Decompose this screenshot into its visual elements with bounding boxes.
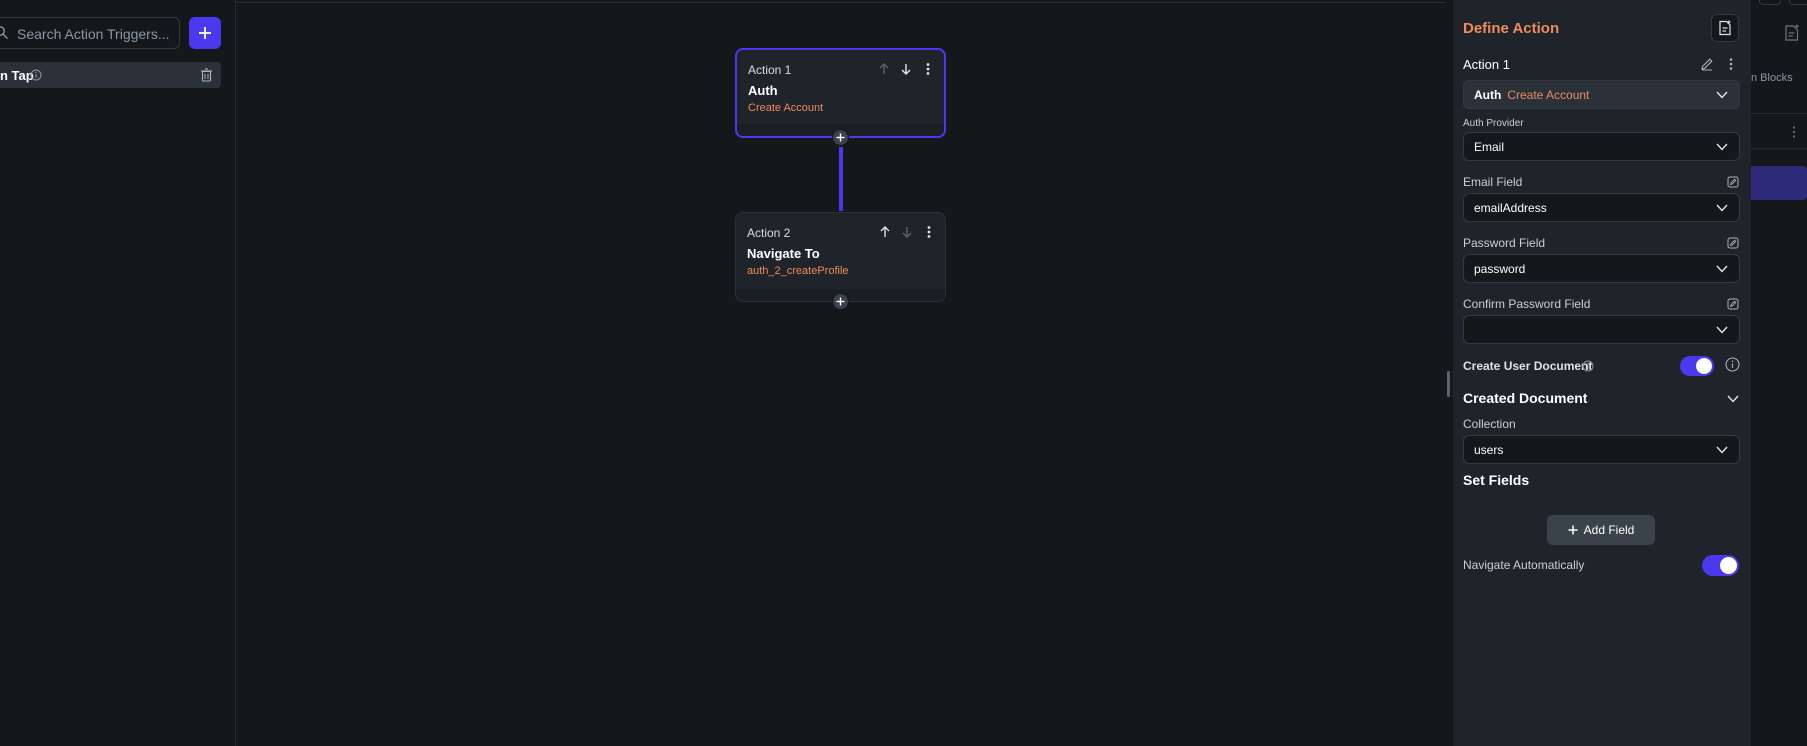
plus-icon [1568, 525, 1578, 535]
action-node-title: Action 1 [748, 63, 792, 77]
plus-icon [199, 27, 211, 39]
more-vertical-icon[interactable] [1724, 56, 1738, 72]
navigate-automatically-toggle[interactable] [1702, 555, 1739, 576]
add-action-after-2-button[interactable] [832, 293, 849, 310]
background-row [1751, 113, 1807, 149]
toggle-knob [1696, 358, 1712, 374]
chevron-down-icon [1716, 204, 1728, 212]
email-field-label: Email Field [1463, 175, 1523, 189]
chevron-down-icon [1716, 446, 1728, 454]
edit-variable-icon[interactable] [1727, 298, 1739, 310]
action-node-name: Navigate To [747, 246, 820, 261]
auth-provider-label: Auth Provider [1463, 118, 1524, 129]
create-user-document-label: Create User Document [1463, 359, 1593, 373]
more-vertical-icon[interactable] [920, 61, 936, 77]
arrow-down-icon[interactable] [898, 61, 914, 77]
action-type-select[interactable]: Auth Create Account [1463, 80, 1740, 109]
password-field-label: Password Field [1463, 236, 1546, 250]
panel-resize-handle[interactable] [1447, 371, 1450, 397]
info-icon[interactable] [1582, 360, 1594, 372]
document-add-icon [1719, 20, 1731, 36]
trigger-item-on-tap[interactable]: n Tap [0, 62, 221, 88]
chevron-down-icon [1716, 91, 1728, 99]
chevron-down-icon[interactable] [1726, 393, 1740, 405]
background-primary-button[interactable] [1751, 166, 1807, 200]
action-name: Create Account [1507, 88, 1590, 102]
define-action-title: Define Action [1463, 20, 1560, 37]
define-action-panel: Define Action Action 1 Auth Create Accoun… [1453, 0, 1751, 746]
info-icon[interactable] [1725, 357, 1740, 372]
action-node-title: Action 2 [747, 226, 791, 240]
confirm-password-field-select[interactable] [1463, 315, 1740, 344]
action-node-subtitle: Create Account [748, 102, 824, 114]
edit-variable-icon[interactable] [1727, 237, 1739, 249]
password-field-value: password [1474, 262, 1526, 276]
action-node-name: Auth [748, 83, 778, 98]
arrow-up-icon[interactable] [877, 224, 893, 240]
action-node-subtitle: auth_2_createProfile [747, 265, 849, 277]
document-add-icon[interactable] [1783, 24, 1801, 42]
blocks-tab-label[interactable]: n Blocks [1751, 72, 1793, 84]
email-field-value: emailAddress [1474, 201, 1547, 215]
plus-icon [836, 133, 845, 142]
chevron-down-icon [1716, 326, 1728, 334]
more-vertical-icon[interactable] [1787, 125, 1801, 139]
add-field-button[interactable]: Add Field [1547, 515, 1655, 545]
search-action-triggers-input[interactable]: Search Action Triggers... [0, 17, 180, 49]
action-node-1[interactable]: Action 1 Auth Create Account [735, 48, 946, 138]
action-docs-button[interactable] [1711, 14, 1739, 42]
set-fields-title: Set Fields [1463, 472, 1530, 488]
pencil-icon[interactable] [1700, 57, 1714, 71]
add-field-label: Add Field [1583, 523, 1635, 537]
navigate-automatically-label: Navigate Automatically [1463, 558, 1585, 572]
add-trigger-button[interactable] [189, 17, 221, 49]
partial-tab[interactable] [1759, 0, 1781, 5]
partial-tab[interactable] [1789, 0, 1807, 5]
more-vertical-icon[interactable] [921, 224, 937, 240]
arrow-up-icon[interactable] [876, 61, 892, 77]
trash-icon[interactable] [200, 68, 213, 82]
search-icon [0, 26, 8, 39]
action-type-value: Auth Create Account [1474, 88, 1589, 102]
action-connector-line [839, 147, 843, 211]
collection-value: users [1474, 443, 1504, 457]
chevron-down-icon [1716, 265, 1728, 273]
password-field-select[interactable]: password [1463, 254, 1740, 283]
confirm-password-field-label: Confirm Password Field [1463, 297, 1591, 311]
action-category: Auth [1474, 88, 1502, 102]
edit-variable-icon[interactable] [1727, 176, 1739, 188]
auth-provider-select[interactable]: Email [1463, 132, 1740, 161]
action-triggers-panel: Search Action Triggers... n Tap [0, 0, 236, 746]
toggle-knob [1720, 557, 1737, 574]
trigger-label: n Tap [0, 68, 34, 83]
auth-provider-value: Email [1474, 140, 1505, 154]
action-node-2[interactable]: Action 2 Navigate To auth_2_createProfil… [735, 212, 946, 302]
plus-icon [836, 297, 845, 306]
canvas-divider [237, 2, 1446, 3]
background-panel: n Blocks [1751, 0, 1807, 746]
add-action-after-1-button[interactable] [832, 129, 849, 146]
info-icon[interactable] [30, 69, 42, 81]
email-field-select[interactable]: emailAddress [1463, 193, 1740, 222]
collection-label: Collection [1463, 417, 1516, 431]
create-user-document-toggle[interactable] [1680, 356, 1714, 376]
created-document-title: Created Document [1463, 390, 1588, 406]
action-label: Action 1 [1463, 57, 1510, 72]
search-placeholder: Search Action Triggers... [17, 26, 170, 42]
collection-select[interactable]: users [1463, 435, 1740, 464]
chevron-down-icon [1716, 143, 1728, 151]
arrow-down-icon[interactable] [899, 224, 915, 240]
